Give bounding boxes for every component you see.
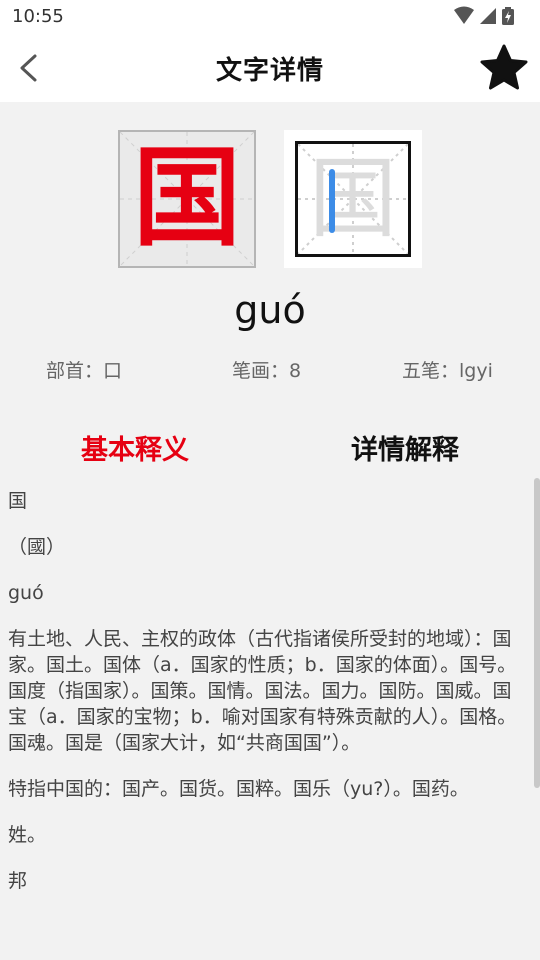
- wubi-label: 五笔：: [402, 360, 460, 382]
- wubi-info: 五笔：lgyi: [402, 356, 493, 383]
- page-title: 文字详情: [215, 56, 324, 86]
- tab-detailed-explanation[interactable]: 详情解释: [270, 428, 540, 467]
- current-stroke: [329, 169, 335, 233]
- star-icon: [480, 44, 528, 90]
- definition-paragraph: guó: [8, 582, 44, 604]
- definition-paragraph: （國）: [8, 536, 66, 558]
- pinyin: guó: [234, 288, 306, 332]
- strokes-label: 笔画：: [232, 360, 290, 382]
- tabs: 基本释义 详情解释: [0, 420, 540, 470]
- tab-basic-meaning[interactable]: 基本释义: [0, 428, 270, 467]
- definition-paragraph: 邦: [8, 870, 28, 892]
- battery-icon: [502, 7, 514, 25]
- signal-icon: [480, 8, 496, 24]
- radical-value: 口: [103, 360, 123, 382]
- wubi-value: lgyi: [459, 360, 493, 382]
- status-icons: [454, 6, 528, 28]
- definition-content: 国 （國） guó 有土地、人民、主权的政体（古代指诸侯所受封的地域）：国家。国…: [8, 488, 518, 914]
- main-character: 国: [132, 136, 241, 261]
- stroke-grid: 国: [295, 141, 411, 257]
- stroke-order-preview[interactable]: 国: [284, 130, 422, 268]
- definition-paragraph: 特指中国的：国产。国货。国粹。国乐（yu?）。国药。: [8, 778, 469, 800]
- definition-paragraph: 姓。: [8, 824, 47, 846]
- radical-info: 部首：口: [46, 356, 122, 383]
- favorite-button[interactable]: [478, 42, 530, 94]
- definition-paragraph: 有土地、人民、主权的政体（古代指诸侯所受封的地域）：国家。国土。国体（a．国家的…: [8, 628, 517, 754]
- radical-label: 部首：: [46, 360, 104, 382]
- content-scrollbar[interactable]: [534, 478, 540, 788]
- wifi-icon: [454, 6, 474, 24]
- character-grid: 国: [118, 130, 256, 268]
- status-bar: 10:55: [0, 0, 540, 34]
- status-time: 10:55: [12, 6, 64, 27]
- strokes-info: 笔画：8: [232, 356, 301, 383]
- character-meta: 部首：口 笔画：8 五笔：lgyi: [0, 356, 540, 384]
- app-bar: 文字详情: [0, 34, 540, 102]
- definition-paragraph: 国: [8, 490, 28, 512]
- strokes-value: 8: [289, 360, 302, 382]
